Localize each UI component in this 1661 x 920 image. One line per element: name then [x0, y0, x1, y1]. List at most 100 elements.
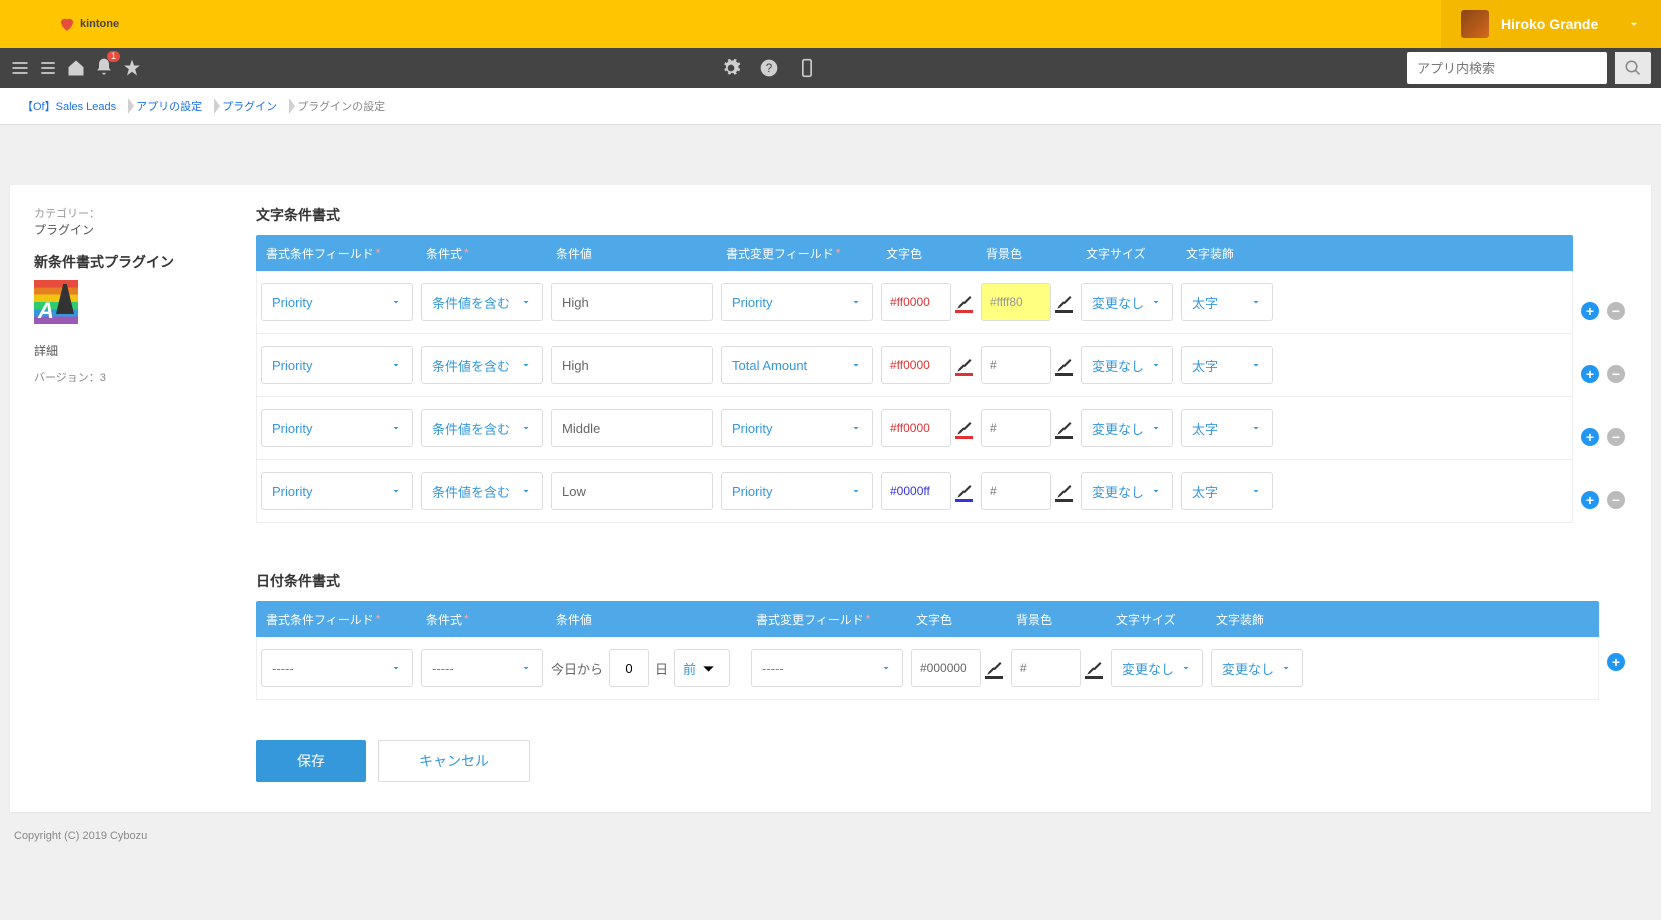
brush-icon[interactable] — [955, 419, 973, 437]
date-color-input[interactable] — [911, 649, 981, 687]
size-select[interactable]: 変更なし — [1081, 283, 1173, 321]
detail-label: 詳細 — [34, 342, 206, 359]
brush-icon[interactable] — [955, 482, 973, 500]
remove-row-button[interactable]: − — [1607, 302, 1625, 320]
field-select[interactable]: Priority — [261, 346, 413, 384]
remove-row-button[interactable]: − — [1607, 428, 1625, 446]
date-size-select[interactable]: 変更なし — [1111, 649, 1203, 687]
home-icon[interactable] — [66, 58, 86, 78]
user-name: Hiroko Grande — [1501, 16, 1598, 32]
date-prefix: 今日から — [551, 659, 603, 678]
add-row-button[interactable]: + — [1581, 428, 1599, 446]
search-box — [1407, 52, 1607, 84]
value-input[interactable] — [551, 346, 713, 384]
size-select[interactable]: 変更なし — [1081, 346, 1173, 384]
sidebar: カテゴリー： プラグイン 新条件書式プラグイン 詳細 バージョン：3 — [10, 185, 230, 812]
cond-select[interactable]: 条件値を含む — [421, 346, 543, 384]
svg-text:?: ? — [765, 62, 772, 75]
bg-input[interactable] — [981, 346, 1051, 384]
bg-input[interactable] — [981, 283, 1051, 321]
brush-icon[interactable] — [955, 293, 973, 311]
date-num-input[interactable] — [609, 649, 649, 687]
brush-icon[interactable] — [1055, 356, 1073, 374]
text-row: Priority 条件値を含む Priority 変更なし 太字 — [256, 271, 1573, 334]
notification-button[interactable]: 1 — [94, 57, 114, 80]
notification-badge: 1 — [107, 51, 120, 62]
list-icon[interactable] — [38, 58, 58, 78]
date-bg-input[interactable] — [1011, 649, 1081, 687]
save-button[interactable]: 保存 — [256, 740, 366, 782]
date-deco-select[interactable]: 変更なし — [1211, 649, 1303, 687]
crumb-settings[interactable]: アプリの設定 — [128, 96, 214, 116]
brush-icon[interactable] — [1055, 482, 1073, 500]
footer: Copyright (C) 2019 Cybozu — [0, 822, 1661, 850]
target-select[interactable]: Priority — [721, 472, 873, 510]
cancel-button[interactable]: キャンセル — [378, 740, 530, 782]
add-row-button[interactable]: + — [1581, 302, 1599, 320]
search-button[interactable] — [1615, 52, 1651, 84]
color-input[interactable] — [881, 346, 951, 384]
bg-input[interactable] — [981, 409, 1051, 447]
size-select[interactable]: 変更なし — [1081, 409, 1173, 447]
target-select[interactable]: Total Amount — [721, 346, 873, 384]
add-row-button[interactable]: + — [1581, 491, 1599, 509]
deco-select[interactable]: 太字 — [1181, 346, 1273, 384]
search-icon — [1624, 59, 1642, 77]
brush-icon[interactable] — [1055, 293, 1073, 311]
add-row-button[interactable]: + — [1607, 653, 1625, 671]
star-icon[interactable] — [122, 58, 142, 78]
crumb-plugin[interactable]: プラグイン — [214, 96, 289, 116]
crumb-app[interactable]: 【Of】Sales Leads — [14, 96, 128, 116]
target-select[interactable]: Priority — [721, 283, 873, 321]
menu-icon[interactable] — [10, 58, 30, 78]
cond-select[interactable]: 条件値を含む — [421, 283, 543, 321]
date-section-title: 日付条件書式 — [256, 571, 1625, 591]
cond-select[interactable]: 条件値を含む — [421, 472, 543, 510]
value-input[interactable] — [551, 283, 713, 321]
gear-icon[interactable] — [721, 58, 741, 78]
remove-row-button[interactable]: − — [1607, 491, 1625, 509]
date-table-header: 書式条件フィールド* 条件式* 条件値 書式変更フィールド* 文字色 背景色 文… — [256, 601, 1599, 637]
color-input[interactable] — [881, 409, 951, 447]
bg-input[interactable] — [981, 472, 1051, 510]
add-row-button[interactable]: + — [1581, 365, 1599, 383]
logo-text: kintone — [80, 18, 119, 30]
form-actions: 保存 キャンセル — [256, 740, 1625, 782]
date-cond-select[interactable]: ----- — [421, 649, 543, 687]
remove-row-button[interactable]: − — [1607, 365, 1625, 383]
target-select[interactable]: Priority — [721, 409, 873, 447]
text-condition-section: 文字条件書式 書式条件フィールド* 条件式* 条件値 書式変更フィールド* 文字… — [256, 205, 1625, 531]
brush-icon[interactable] — [1085, 659, 1103, 677]
text-row: Priority 条件値を含む Priority 変更なし 太字 — [256, 460, 1573, 523]
size-select[interactable]: 変更なし — [1081, 472, 1173, 510]
brush-icon[interactable] — [955, 356, 973, 374]
user-menu[interactable]: Hiroko Grande — [1441, 0, 1661, 48]
brush-icon[interactable] — [1055, 419, 1073, 437]
field-select[interactable]: Priority — [261, 283, 413, 321]
date-rel-select[interactable]: 前 — [674, 649, 730, 687]
mobile-icon[interactable] — [797, 58, 817, 78]
deco-select[interactable]: 太字 — [1181, 409, 1273, 447]
category-value: プラグイン — [34, 221, 206, 238]
date-target-select[interactable]: ----- — [751, 649, 903, 687]
color-input[interactable] — [881, 283, 951, 321]
logo[interactable]: kintone — [58, 15, 119, 33]
deco-select[interactable]: 太字 — [1181, 283, 1273, 321]
text-row: Priority 条件値を含む Priority 変更なし 太字 — [256, 397, 1573, 460]
cond-select[interactable]: 条件値を含む — [421, 409, 543, 447]
plugin-title: 新条件書式プラグイン — [34, 252, 206, 272]
plugin-icon — [34, 280, 78, 324]
search-input[interactable] — [1407, 61, 1607, 76]
deco-select[interactable]: 太字 — [1181, 472, 1273, 510]
value-input[interactable] — [551, 472, 713, 510]
value-input[interactable] — [551, 409, 713, 447]
category-label: カテゴリー： — [34, 205, 206, 221]
help-icon[interactable]: ? — [759, 58, 779, 78]
main: 文字条件書式 書式条件フィールド* 条件式* 条件値 書式変更フィールド* 文字… — [230, 185, 1651, 812]
brush-icon[interactable] — [985, 659, 1003, 677]
field-select[interactable]: Priority — [261, 472, 413, 510]
color-input[interactable] — [881, 472, 951, 510]
field-select[interactable]: Priority — [261, 409, 413, 447]
date-field-select[interactable]: ----- — [261, 649, 413, 687]
date-day-label: 日 — [655, 659, 668, 678]
